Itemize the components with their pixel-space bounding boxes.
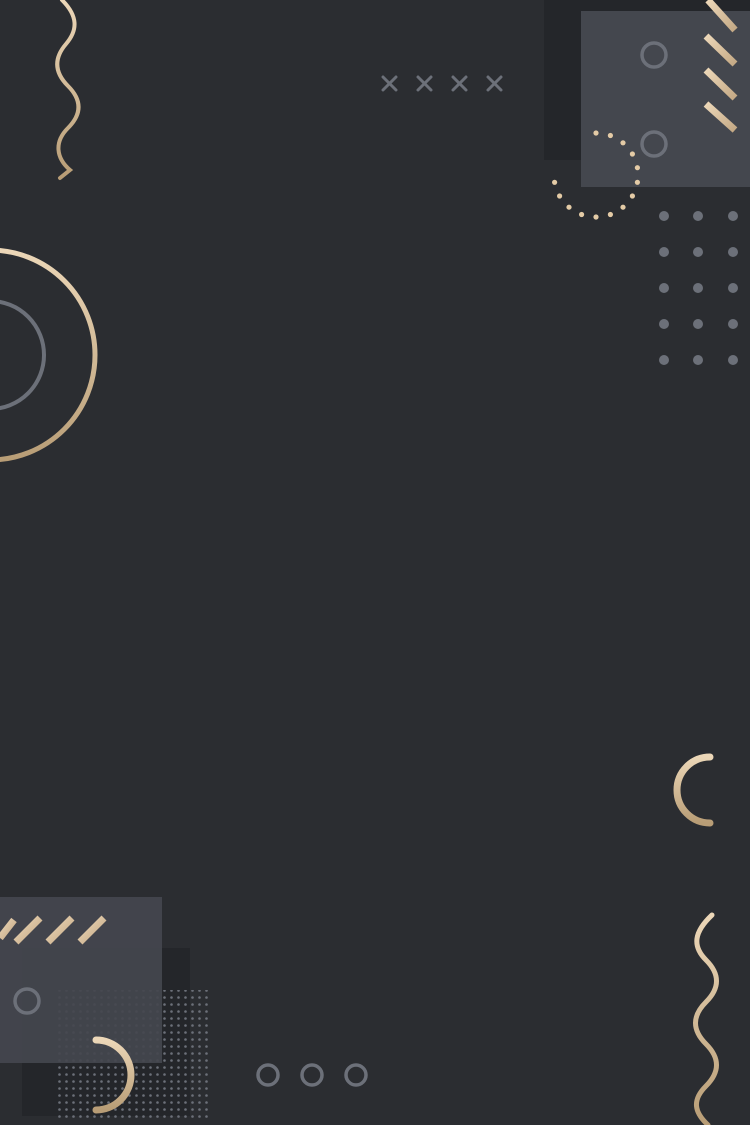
background-canvas: [0, 0, 750, 1125]
arc-dot: [634, 165, 641, 171]
grid-dot: [693, 355, 703, 365]
grid-dot: [693, 211, 703, 221]
grid-dot: [659, 319, 669, 329]
arc-dot: [607, 211, 614, 218]
grid-dot: [728, 211, 738, 221]
grid-dot: [693, 283, 703, 293]
grid-dot: [693, 247, 703, 257]
arc-dot: [579, 211, 585, 218]
arc-dot: [566, 204, 572, 210]
grid-dot: [659, 283, 669, 293]
arc-dot: [593, 214, 599, 220]
arc-dot: [557, 193, 563, 199]
square-panel-top-right: [581, 11, 750, 187]
arc-dot: [607, 132, 614, 139]
arc-dot: [620, 140, 626, 146]
grid-dot: [659, 211, 669, 221]
decorative-memphis-pattern: [0, 0, 750, 1125]
arc-dot: [593, 130, 599, 136]
grid-dot: [728, 247, 738, 257]
grid-dot: [659, 355, 669, 365]
grid-dot: [693, 319, 703, 329]
arc-dot: [620, 204, 626, 210]
arc-dot: [552, 179, 558, 185]
arc-dot: [634, 179, 641, 185]
grid-dot: [659, 247, 669, 257]
grid-dot: [728, 283, 738, 293]
square-panel-bottom-left: [0, 897, 162, 1063]
grid-dot: [728, 319, 738, 329]
arc-dot: [629, 193, 636, 199]
grid-dot: [728, 355, 738, 365]
arc-dot: [629, 151, 636, 157]
